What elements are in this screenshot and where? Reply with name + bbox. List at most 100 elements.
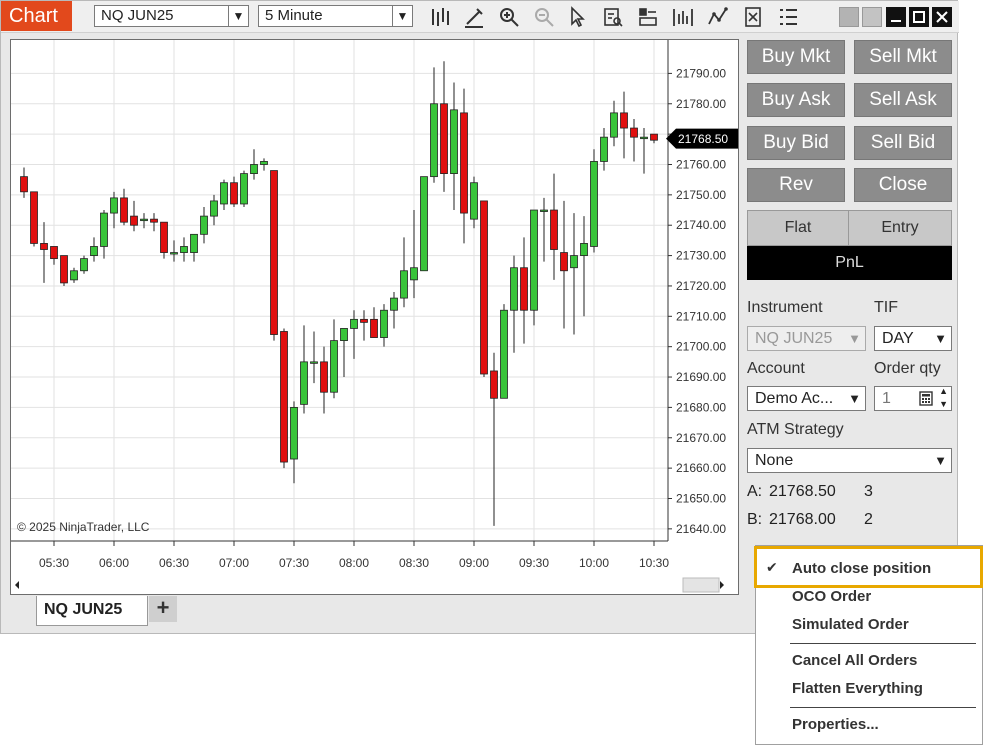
candle xyxy=(230,176,238,207)
price-chart[interactable]: 21790.0021780.0021770.0021760.0021750.00… xyxy=(11,40,738,594)
account-select-value: Demo Ac... xyxy=(755,390,834,407)
candle xyxy=(310,331,318,384)
qty-up-icon[interactable]: ▲ xyxy=(939,385,948,397)
y-tick-label: 21790.00 xyxy=(676,66,726,80)
candle-body-up xyxy=(380,309,388,338)
y-tick-label: 21720.00 xyxy=(676,279,726,293)
flat-label: Flat xyxy=(748,211,849,245)
candle-body-down xyxy=(650,133,658,141)
candle xyxy=(160,221,168,259)
candle-body-down xyxy=(630,127,638,138)
candle xyxy=(620,91,628,159)
candle xyxy=(320,346,328,414)
close-icon[interactable] xyxy=(932,7,952,27)
order-qty-stepper[interactable]: 1 ▲ ▼ xyxy=(874,386,952,411)
candle-body-up xyxy=(510,267,518,311)
account-select[interactable]: Demo Ac... ▼ xyxy=(747,386,866,411)
toolbar: Chart NQ JUN25 ▼ 5 Minute ▼ xyxy=(1,1,959,33)
zoom-in-icon[interactable] xyxy=(498,6,520,28)
atm-strategy-select[interactable]: None ▼ xyxy=(747,448,952,473)
candle-body-up xyxy=(310,361,318,364)
maximize-icon[interactable] xyxy=(909,7,929,27)
candle-body-down xyxy=(440,103,448,175)
candle-body-up xyxy=(70,270,78,281)
candle xyxy=(500,304,508,399)
bar-type-icon[interactable] xyxy=(429,6,451,28)
x-tick-label: 05:30 xyxy=(39,556,69,570)
menu-item-cancel-all-orders[interactable]: Cancel All Orders xyxy=(792,652,917,669)
candle xyxy=(210,194,218,226)
candle-body-down xyxy=(360,318,368,323)
tif-select[interactable]: DAY ▼ xyxy=(874,326,952,351)
rev-button[interactable]: Rev xyxy=(747,168,845,202)
chart-panel[interactable]: 21790.0021780.0021770.0021760.0021750.00… xyxy=(10,39,739,595)
buy-ask-button[interactable]: Buy Ask xyxy=(747,83,845,117)
menu-separator xyxy=(790,707,976,708)
candle xyxy=(640,128,648,174)
position-status-bar: Flat Entry xyxy=(747,210,952,246)
candle-body-up xyxy=(530,209,538,311)
draw-pencil-icon[interactable] xyxy=(463,6,485,28)
strategy-icon[interactable] xyxy=(672,6,694,28)
buy-bid-button[interactable]: Buy Bid xyxy=(747,126,845,160)
pointer-icon[interactable] xyxy=(567,6,589,28)
candle xyxy=(470,176,478,229)
y-tick-label: 21680.00 xyxy=(676,400,726,414)
sell-mkt-button[interactable]: Sell Mkt xyxy=(854,40,952,74)
candle-body-down xyxy=(270,170,278,335)
sell-bid-button[interactable]: Sell Bid xyxy=(854,126,952,160)
qty-down-icon[interactable]: ▼ xyxy=(939,398,948,410)
properties-list-icon[interactable] xyxy=(777,6,799,28)
price-marker-icon[interactable] xyxy=(742,6,764,28)
candle xyxy=(390,292,398,329)
order-qty-label: Order qty xyxy=(874,360,941,377)
candle-body-up xyxy=(330,340,338,393)
candle-body-up xyxy=(580,243,588,256)
candle-body-up xyxy=(610,112,618,138)
copyright-watermark: © 2025 NinjaTrader, LLC xyxy=(17,520,150,534)
layout-a-button[interactable] xyxy=(839,7,859,27)
horizontal-scrollbar[interactable] xyxy=(11,577,729,593)
x-tick-label: 09:00 xyxy=(459,556,489,570)
candle-body-down xyxy=(320,361,328,393)
menu-separator xyxy=(790,643,976,644)
order-qty-value[interactable]: 1 xyxy=(882,390,891,407)
data-box-icon[interactable] xyxy=(602,6,624,28)
y-tick-label: 21640.00 xyxy=(676,522,726,536)
interval-selector[interactable]: 5 Minute ▼ xyxy=(258,5,413,27)
tab-nq-jun25[interactable]: NQ JUN25 xyxy=(36,596,148,626)
instrument-selector[interactable]: NQ JUN25 ▼ xyxy=(94,5,249,27)
menu-item-properties[interactable]: Properties... xyxy=(792,716,879,733)
bid-size: 2 xyxy=(864,511,873,528)
candle xyxy=(20,167,28,198)
minimize-icon[interactable] xyxy=(886,7,906,27)
candle-body-down xyxy=(550,209,558,250)
close-position-button[interactable]: Close xyxy=(854,168,952,202)
scroll-thumb xyxy=(682,577,720,593)
candle xyxy=(110,191,118,229)
candle xyxy=(240,170,248,207)
buy-mkt-button[interactable]: Buy Mkt xyxy=(747,40,845,74)
indicator-icon[interactable] xyxy=(707,6,729,28)
candle xyxy=(630,118,638,162)
zoom-out-icon[interactable] xyxy=(533,6,555,28)
candle-body-up xyxy=(570,255,578,269)
tif-select-value: DAY xyxy=(882,330,914,347)
menu-item-simulated-order[interactable]: Simulated Order xyxy=(792,616,909,633)
candle xyxy=(590,149,598,253)
candle-body-down xyxy=(130,215,138,226)
calculator-icon[interactable] xyxy=(919,391,933,406)
menu-item-oco-order[interactable]: OCO Order xyxy=(792,588,871,605)
instrument-select-value: NQ JUN25 xyxy=(755,330,833,347)
panel-icon[interactable] xyxy=(637,6,659,28)
sell-ask-button[interactable]: Sell Ask xyxy=(854,83,952,117)
candle xyxy=(300,325,308,414)
candle xyxy=(360,310,368,341)
menu-item-flatten-everything[interactable]: Flatten Everything xyxy=(792,680,923,697)
candle xyxy=(270,170,278,341)
bid-label: B: xyxy=(747,511,763,528)
x-tick-label: 10:00 xyxy=(579,556,609,570)
layout-b-button[interactable] xyxy=(862,7,882,27)
add-tab-button[interactable]: + xyxy=(149,596,177,622)
candle-body-up xyxy=(210,200,218,217)
